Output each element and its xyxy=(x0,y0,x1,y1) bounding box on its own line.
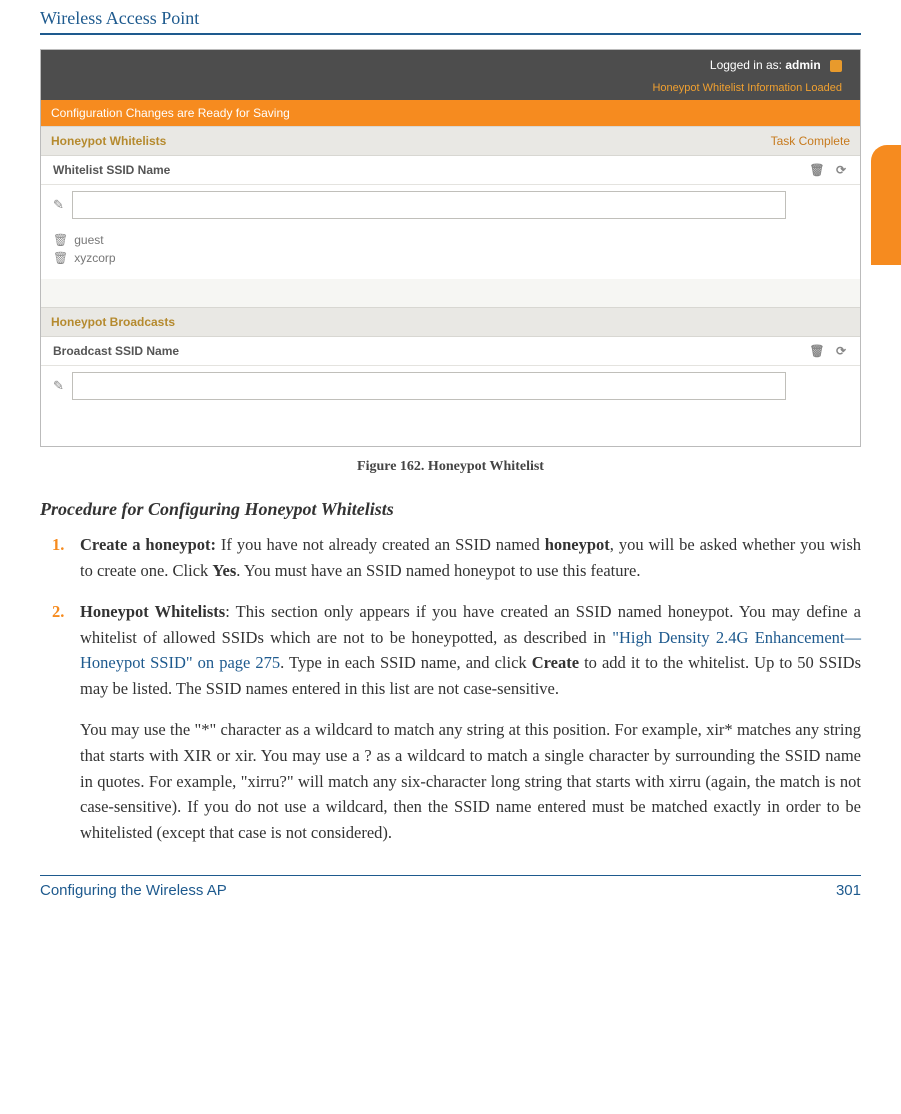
delete-all-icon[interactable]: 🗑 xyxy=(810,163,824,177)
step-text: or xyxy=(212,746,235,765)
screenshot-topbar: Logged in as: admin xyxy=(41,50,860,80)
step-2-continuation: You may use the "*" character as a wildc… xyxy=(80,717,861,845)
inline-bold: honeypot xyxy=(545,535,610,554)
inline-bold: XIR xyxy=(183,746,211,765)
footer-rule xyxy=(40,875,861,876)
inline-bold: Create xyxy=(532,653,579,672)
logged-in-label: Logged in as: xyxy=(710,58,782,72)
step-number: 2. xyxy=(52,599,70,625)
task-complete-link[interactable]: Task Complete xyxy=(771,134,850,148)
step-lead: Create a honeypot: xyxy=(80,535,216,554)
list-item: 🗑 guest xyxy=(53,231,848,249)
broadcast-input-row: ✎ xyxy=(41,366,860,406)
trash-icon[interactable]: 🗑 xyxy=(53,233,68,247)
footer-page-number: 301 xyxy=(836,882,861,899)
broadcasts-section-header: Honeypot Broadcasts xyxy=(41,307,860,337)
whitelist-input-row: ✎ xyxy=(41,185,860,225)
inline-bold: Yes xyxy=(212,561,236,580)
section-gap xyxy=(41,279,860,307)
step-number: 1. xyxy=(52,532,70,558)
step-text: You may use the " xyxy=(80,720,201,739)
trash-icon[interactable]: 🗑 xyxy=(53,251,68,265)
page-footer: Configuring the Wireless AP 301 xyxy=(40,882,861,913)
honeypot-screenshot: Logged in as: admin Honeypot Whitelist I… xyxy=(40,49,861,447)
procedure-heading: Procedure for Configuring Honeypot White… xyxy=(40,499,861,520)
whitelist-column-row: Whitelist SSID Name 🗑 ⟳ xyxy=(41,156,860,185)
edit-icon[interactable]: ✎ xyxy=(53,378,64,394)
step-2: 2.Honeypot Whitelists: This section only… xyxy=(80,599,861,701)
step-text: . You may use a xyxy=(252,746,364,765)
logged-in-user: admin xyxy=(785,58,820,72)
lock-icon xyxy=(830,60,842,72)
whitelist-item-label: xyzcorp xyxy=(74,251,115,265)
delete-all-icon[interactable]: 🗑 xyxy=(810,344,824,358)
edit-icon[interactable]: ✎ xyxy=(53,197,64,213)
broadcast-column-row: Broadcast SSID Name 🗑 ⟳ xyxy=(41,337,860,366)
whitelist-column-label: Whitelist SSID Name xyxy=(53,163,170,177)
whitelists-title: Honeypot Whitelists xyxy=(51,134,166,148)
whitelist-items: 🗑 guest 🗑 xyzcorp xyxy=(41,225,860,279)
inline-bold: xir xyxy=(235,746,252,765)
refresh-icon[interactable]: ⟳ xyxy=(834,344,848,358)
whitelists-section-header: Honeypot Whitelists Task Complete xyxy=(41,126,860,156)
step-1: 1.Create a honeypot: If you have not alr… xyxy=(80,532,861,583)
screenshot-status: Honeypot Whitelist Information Loaded xyxy=(41,80,860,100)
blank-area xyxy=(41,406,860,446)
step-text: . You must have an SSID named honeypot t… xyxy=(236,561,640,580)
config-changes-bar: Configuration Changes are Ready for Savi… xyxy=(41,100,860,126)
whitelist-item-label: guest xyxy=(74,233,103,247)
list-item: 🗑 xyzcorp xyxy=(53,249,848,267)
footer-section-title: Configuring the Wireless AP xyxy=(40,882,227,899)
step-lead: Honeypot Whitelists xyxy=(80,602,225,621)
page-header-title: Wireless Access Point xyxy=(40,0,861,33)
broadcasts-title: Honeypot Broadcasts xyxy=(51,315,175,329)
wildcard-question: ? xyxy=(364,746,371,765)
figure-caption: Figure 162. Honeypot Whitelist xyxy=(40,459,861,475)
whitelist-ssid-input[interactable] xyxy=(72,191,786,219)
step-text: . Type in each SSID name, and click xyxy=(280,653,532,672)
broadcast-ssid-input[interactable] xyxy=(72,372,786,400)
inline-bold: xirru xyxy=(669,772,701,791)
step-text: If you have not already created an SSID … xyxy=(216,535,545,554)
broadcast-column-label: Broadcast SSID Name xyxy=(53,344,179,358)
step-text: " will match any six-character long stri… xyxy=(287,772,669,791)
side-tab-indicator xyxy=(871,145,901,265)
header-rule xyxy=(40,33,861,35)
refresh-icon[interactable]: ⟳ xyxy=(834,163,848,177)
inline-bold: xirru? xyxy=(247,772,286,791)
